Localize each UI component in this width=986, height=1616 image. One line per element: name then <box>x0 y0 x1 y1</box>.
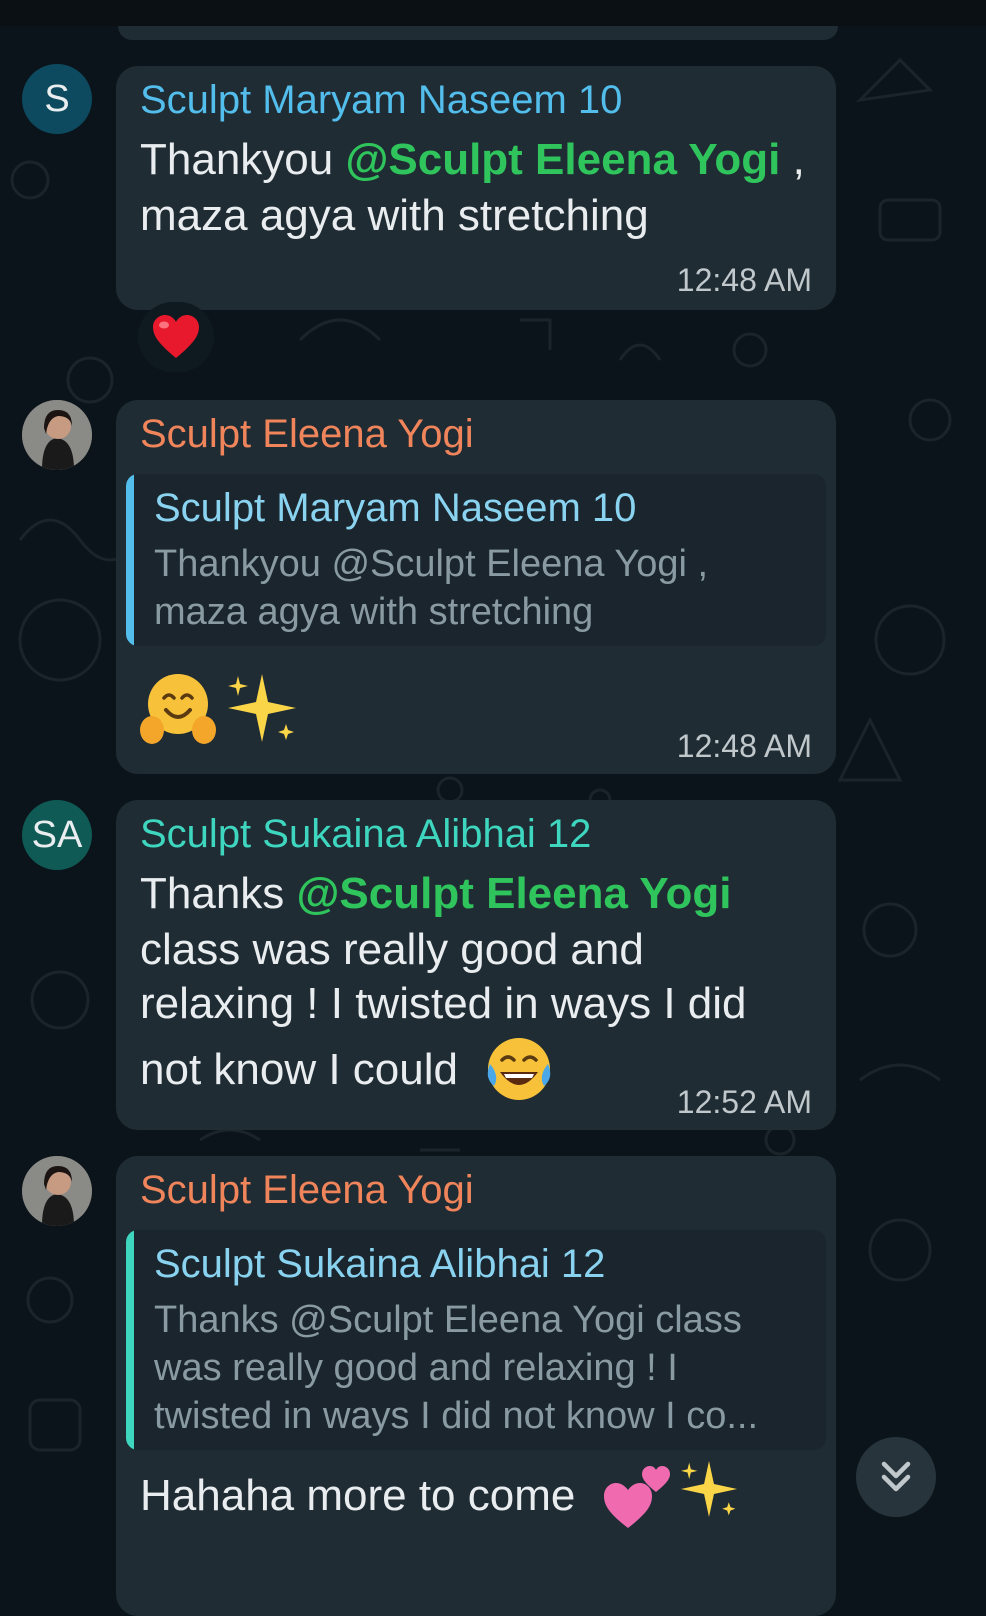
two-hearts-emoji-icon <box>604 1466 670 1528</box>
sparkles-emoji-icon <box>228 674 296 742</box>
quote-text: Thankyou @Sculpt Eleena Yogi , maza agya… <box>154 543 709 633</box>
message-time: 12:52 AM <box>676 1084 812 1120</box>
hugging-face-emoji-icon <box>140 674 216 744</box>
message-text: Thanks @Sculpt Eleena Yogi <box>140 866 731 922</box>
message-text-line: class was really good and <box>140 925 644 974</box>
message-time: 12:48 AM <box>676 728 812 764</box>
message-text-line: not know I could <box>140 1042 458 1098</box>
tears-of-joy-emoji-icon <box>487 1038 551 1100</box>
mention-link[interactable]: @Sculpt Eleena Yogi <box>297 869 732 918</box>
sender-name[interactable]: Sculpt Maryam Naseem 10 <box>140 78 622 123</box>
message-text: Thankyou @Sculpt Eleena Yogi , <box>140 132 805 188</box>
scroll-to-bottom-button[interactable] <box>856 1437 936 1517</box>
message-bubble[interactable]: Sculpt Maryam Naseem 10 Thankyou @Sculpt… <box>116 66 836 310</box>
reaction-badge[interactable] <box>138 302 214 372</box>
previous-message-bubble <box>118 26 838 40</box>
message-bubble[interactable]: Sculpt Eleena Yogi Sculpt Maryam Naseem … <box>116 400 836 774</box>
message-text-part: , <box>780 135 805 184</box>
quote-sender: Sculpt Maryam Naseem 10 <box>154 486 637 530</box>
sparkles-emoji-icon <box>680 1460 738 1518</box>
quoted-message[interactable]: Sculpt Sukaina Alibhai 12 Thanks @Sculpt… <box>126 1230 826 1450</box>
heart-emoji-icon <box>153 315 199 358</box>
mention-link[interactable]: @Sculpt Eleena Yogi <box>345 135 780 184</box>
avatar[interactable] <box>22 400 92 470</box>
emoji-row <box>138 668 302 748</box>
sender-name[interactable]: Sculpt Eleena Yogi <box>140 1168 474 1213</box>
message-text-line: relaxing ! I twisted in ways I did <box>140 979 747 1028</box>
message-text-line: maza agya with stretching <box>140 191 649 240</box>
quote-text: Thanks @Sculpt Eleena Yogi class was rea… <box>154 1299 759 1437</box>
double-chevron-down-icon <box>881 1461 911 1492</box>
avatar-initial: SA <box>31 813 83 856</box>
message-time: 12:48 AM <box>676 262 812 298</box>
message-bubble[interactable]: Sculpt Eleena Yogi Sculpt Sukaina Alibha… <box>116 1156 836 1616</box>
message-text: Hahaha more to come <box>140 1471 576 1520</box>
sender-name[interactable]: Sculpt Eleena Yogi <box>140 412 474 457</box>
avatar[interactable] <box>22 1156 92 1226</box>
message-text-part: Thankyou <box>140 135 346 184</box>
message-text-part: Thanks <box>140 869 297 918</box>
sender-name[interactable]: Sculpt Sukaina Alibhai 12 <box>140 812 591 857</box>
quote-bar <box>126 1230 134 1450</box>
message-text-part: not know I could <box>140 1045 458 1094</box>
avatar[interactable]: S <box>22 64 92 134</box>
profile-photo-icon <box>22 400 92 470</box>
message-bubble[interactable]: Sculpt Sukaina Alibhai 12 Thanks @Sculpt… <box>116 800 836 1130</box>
previous-message-area <box>0 0 986 26</box>
avatar[interactable]: SA <box>22 800 92 870</box>
quoted-message[interactable]: Sculpt Maryam Naseem 10 Thankyou @Sculpt… <box>126 474 826 646</box>
quote-bar <box>126 474 134 646</box>
profile-photo-icon <box>22 1156 92 1226</box>
avatar-initial: S <box>44 77 70 120</box>
quote-sender: Sculpt Sukaina Alibhai 12 <box>154 1242 606 1286</box>
